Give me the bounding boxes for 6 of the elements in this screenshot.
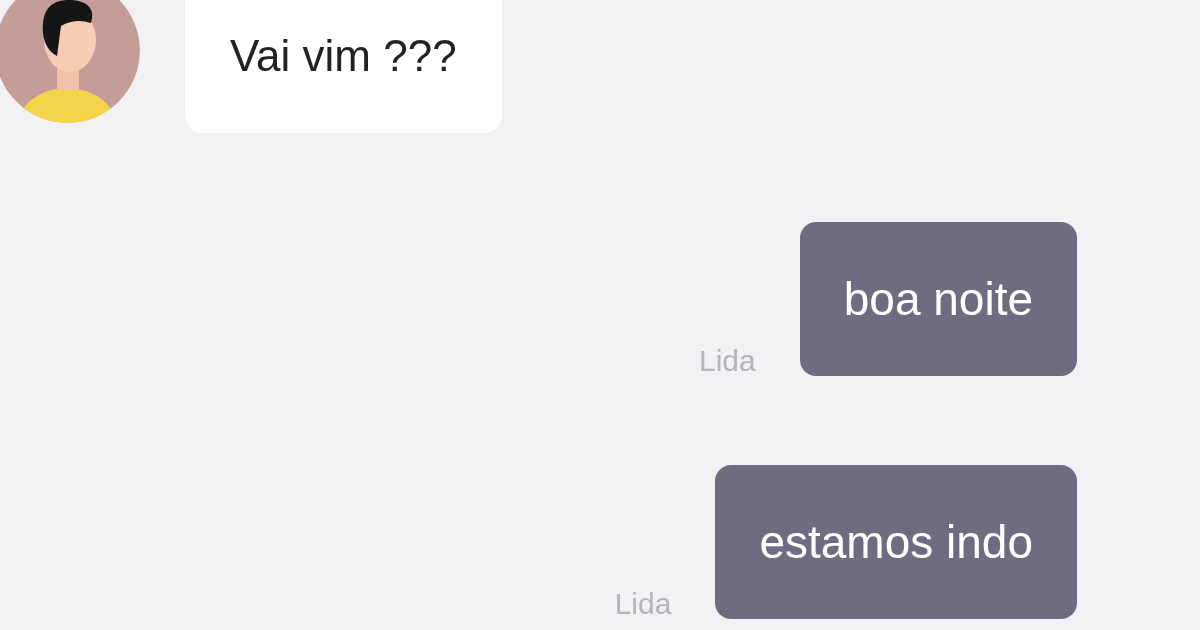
message-bubble: Vai vim ??? bbox=[185, 0, 502, 133]
avatar-icon bbox=[0, 0, 140, 123]
message-bubble: boa noite bbox=[799, 222, 1077, 376]
read-status: Lida bbox=[614, 589, 672, 619]
read-status: Lida bbox=[699, 346, 756, 376]
message-bubble: estamos indo bbox=[715, 465, 1077, 619]
